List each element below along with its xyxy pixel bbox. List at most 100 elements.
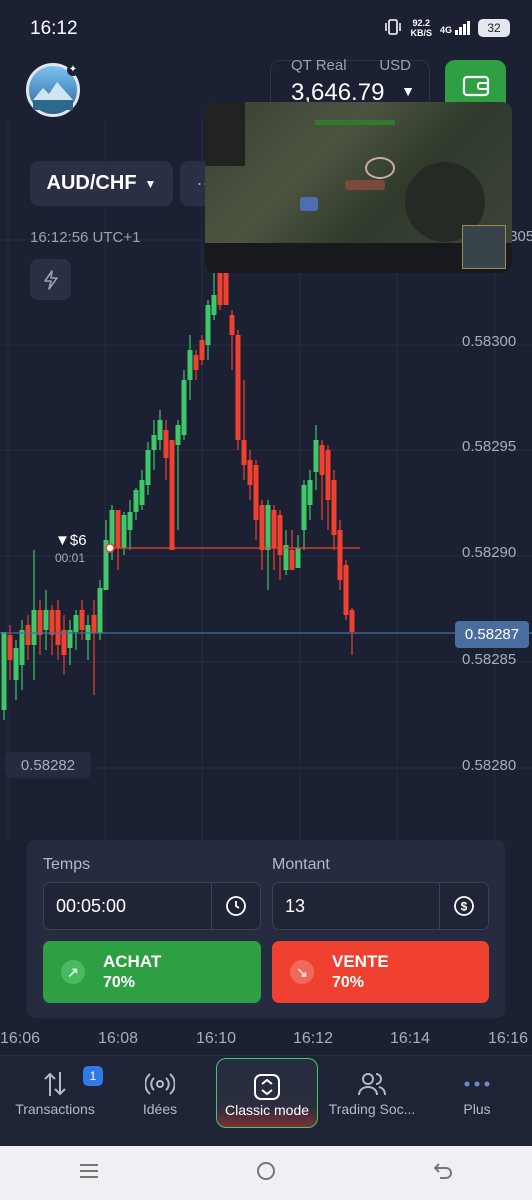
low-price-badge: 0.58282	[5, 752, 91, 778]
open-trade-tag[interactable]: ▼$6 00:01	[55, 532, 87, 565]
candle-body	[73, 615, 79, 632]
broadcast-icon	[110, 1068, 210, 1100]
candle-body	[163, 430, 169, 458]
trade-timer: 00:01	[55, 551, 86, 565]
candle-body	[79, 610, 85, 630]
signal-icon: 4G	[440, 21, 470, 35]
candle-body	[181, 380, 187, 435]
status-time: 16:12	[30, 18, 78, 39]
sell-label: VENTE	[332, 952, 389, 971]
nav-transactions[interactable]: 1 Transactions	[5, 1056, 105, 1146]
candle-body	[61, 630, 67, 655]
video-portrait	[205, 102, 245, 166]
candle-body	[115, 510, 121, 548]
back-icon[interactable]	[432, 1161, 454, 1186]
candle-body	[121, 515, 127, 548]
candle-body	[127, 512, 133, 530]
avatar[interactable]: ✦	[26, 63, 80, 117]
amount-label: Montant	[272, 856, 330, 873]
amount-field[interactable]: 13 $	[272, 882, 489, 930]
time-field[interactable]: 00:05:00	[43, 882, 261, 930]
candle-body	[13, 648, 19, 680]
home-icon[interactable]	[255, 1160, 277, 1187]
candle-body	[199, 340, 205, 360]
chevron-down-icon: ▼	[144, 176, 157, 191]
candle-body	[325, 450, 331, 500]
sell-payout: 70%	[332, 974, 365, 991]
candle-body	[91, 615, 97, 633]
candle-body	[223, 270, 229, 305]
candle-body	[211, 295, 217, 315]
quick-trade-button[interactable]	[30, 259, 71, 300]
price-axis-label: 0.58300	[462, 333, 517, 350]
buy-button[interactable]: ↗ ACHAT 70%	[43, 941, 261, 1003]
candle-body	[151, 435, 157, 450]
net-speed: 92.2 KB/S	[410, 18, 432, 38]
recent-apps-icon[interactable]	[78, 1162, 100, 1185]
arrow-up-right-icon: ↗	[61, 960, 85, 984]
candle-body	[319, 445, 325, 475]
candle-body	[265, 505, 271, 550]
svg-text:$: $	[461, 900, 468, 914]
candle-body	[259, 505, 265, 550]
server-clock: 16:12:56 UTC+1	[30, 229, 141, 246]
candle-body	[157, 420, 163, 440]
dollar-icon[interactable]: $	[439, 883, 488, 929]
nav-classic-mode[interactable]: Classic mode	[216, 1058, 318, 1128]
amount-value: 13	[285, 896, 306, 916]
nav-label: Transactions	[15, 1101, 95, 1117]
nav-label: Classic mode	[224, 1102, 310, 1118]
nav-ideas[interactable]: Idées	[110, 1056, 210, 1146]
candle-body	[235, 335, 241, 440]
pip-video-overlay[interactable]	[205, 102, 512, 273]
current-price-badge: 0.58287	[455, 621, 529, 648]
candle-body	[97, 588, 103, 633]
candle-body	[217, 270, 223, 305]
candle-body	[49, 610, 55, 635]
asset-selector[interactable]: AUD/CHF ▼	[30, 161, 173, 206]
video-health-bar	[315, 120, 395, 125]
price-axis-label: 0.58280	[462, 757, 517, 774]
time-axis-label: 16:10	[196, 1030, 237, 1047]
price-axis-label: 0.58285	[462, 651, 517, 668]
nav-label: Trading Soc...	[328, 1101, 416, 1117]
asset-name: AUD/CHF	[46, 172, 137, 194]
sell-button[interactable]: ↘ VENTE 70%	[272, 941, 489, 1003]
video-unit	[300, 197, 318, 211]
more-dots-icon	[427, 1068, 527, 1100]
candle-body	[295, 548, 301, 568]
nav-label: Idées	[142, 1101, 178, 1117]
candle-body	[169, 440, 175, 550]
nav-more[interactable]: Plus	[427, 1056, 527, 1146]
candle-body	[55, 610, 61, 645]
candle-body	[283, 545, 289, 570]
transactions-badge: 1	[83, 1066, 103, 1086]
trade-amount: ▼$6	[55, 532, 87, 549]
time-value: 00:05:00	[56, 896, 127, 916]
candle-body	[277, 515, 283, 555]
candle-body	[289, 550, 295, 570]
clock-icon[interactable]	[211, 883, 260, 929]
lightning-icon	[43, 269, 58, 290]
time-axis-label: 16:16	[488, 1030, 529, 1047]
candle-body	[253, 465, 259, 520]
candle-body	[133, 490, 139, 512]
nav-social-trading[interactable]: Trading Soc...	[322, 1056, 422, 1146]
candle-body	[1, 632, 7, 710]
candle-body	[205, 305, 211, 345]
candle-body	[229, 315, 235, 335]
wallet-icon	[462, 75, 489, 97]
account-type: QT Real	[291, 57, 347, 74]
price-axis-label: 0.58295	[462, 438, 517, 455]
buy-payout: 70%	[103, 974, 136, 991]
candle-body	[145, 450, 151, 485]
video-unit	[345, 180, 385, 190]
time-axis-label: 16:14	[390, 1030, 431, 1047]
candle-body	[187, 350, 193, 380]
candle-body	[139, 480, 145, 505]
candle-body	[349, 610, 355, 632]
bottom-nav: 1 Transactions Idées Classic mode Tradin…	[0, 1055, 532, 1146]
candle-body	[19, 630, 25, 665]
video-target-ring	[365, 157, 395, 179]
candle-body	[241, 440, 247, 465]
